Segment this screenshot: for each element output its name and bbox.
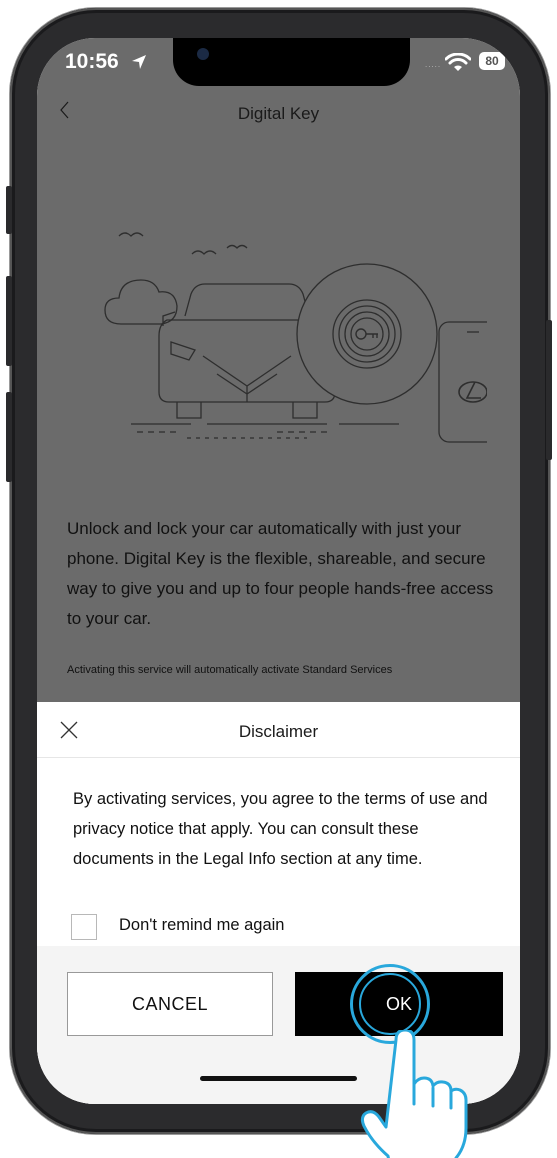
dont-remind-row[interactable]: Don't remind me again (71, 912, 371, 942)
navigation-bar: Digital Key (37, 94, 520, 138)
dialog-title: Disclaimer (238, 722, 319, 741)
signal-indicator: ..... (425, 60, 442, 69)
location-arrow-icon (132, 55, 146, 69)
status-time: 10:56 (65, 50, 119, 73)
wifi-icon (445, 53, 471, 71)
volume-up-button (6, 276, 12, 366)
status-bar: 10:56 ..... 80 (37, 38, 520, 86)
front-camera (197, 48, 209, 60)
notch (173, 38, 410, 86)
disclaimer-sheet: Disclaimer By activating services, you a… (37, 702, 520, 1104)
page-title: Digital Key (237, 104, 320, 123)
digital-key-page: 10:56 ..... 80 Digital Key Unlock and lo… (37, 38, 520, 703)
dont-remind-checkbox[interactable] (71, 914, 97, 940)
power-button (546, 320, 552, 460)
service-description: Unlock and lock your car automatically w… (67, 519, 494, 628)
ok-button[interactable]: OK (295, 972, 503, 1036)
home-indicator (200, 1076, 357, 1081)
mute-switch (6, 186, 12, 234)
phone-screen: 10:56 ..... 80 Digital Key Unlock and lo… (37, 38, 520, 1104)
disclaimer-text: By activating services, you agree to the… (73, 790, 488, 868)
volume-down-button (6, 392, 12, 482)
dont-remind-label: Don't remind me again (119, 916, 285, 934)
activation-note: Activating this service will automatical… (67, 664, 393, 676)
disclaimer-header: Disclaimer (37, 702, 520, 758)
cancel-button[interactable]: CANCEL (67, 972, 273, 1036)
digital-key-illustration (104, 232, 487, 443)
battery-icon: 80 (479, 52, 505, 70)
